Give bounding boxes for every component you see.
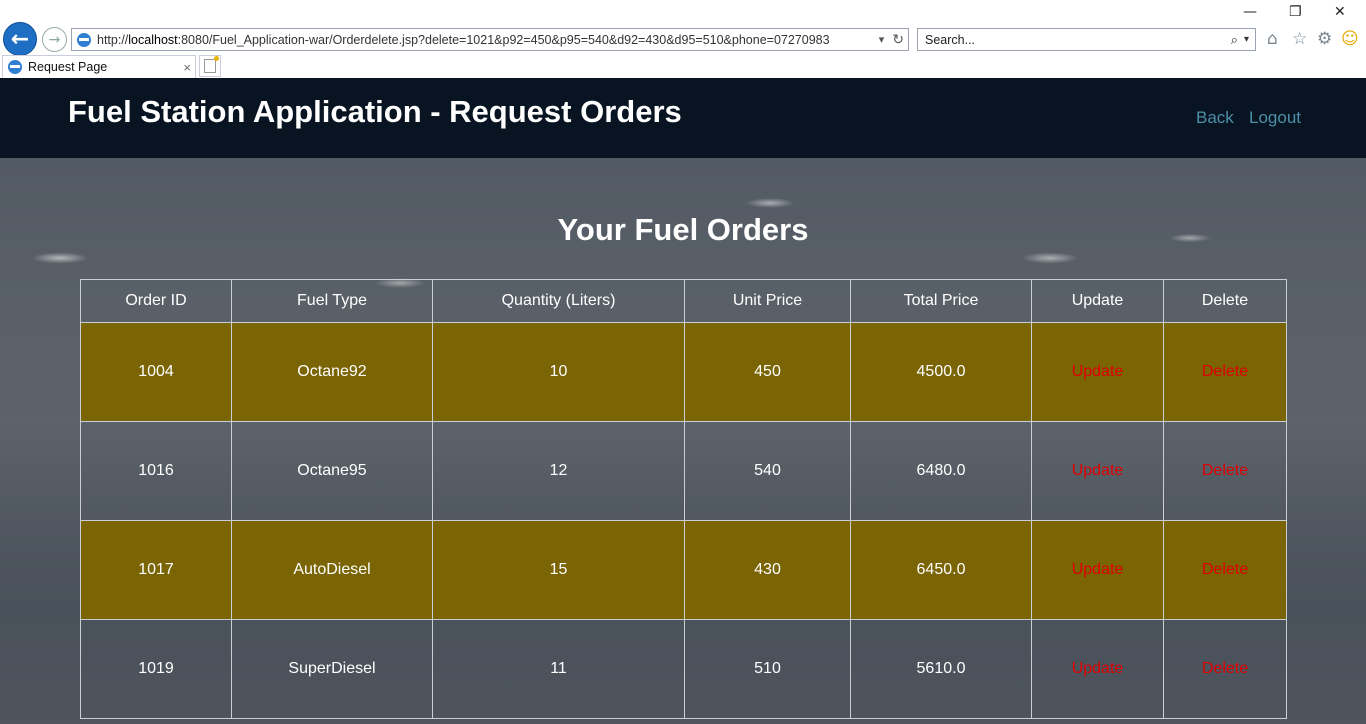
feedback-smiley-icon[interactable]: ☺ [1341, 29, 1359, 49]
cell-unit-price: 510 [684, 619, 851, 719]
cell-quantity: 15 [432, 520, 685, 620]
orders-table: Order ID Fuel Type Quantity (Liters) Uni… [80, 279, 1287, 719]
page-background: Fuel Station Application - Request Order… [0, 78, 1366, 724]
refresh-icon[interactable]: ↻ [892, 31, 904, 48]
cell-order-id: 1016 [80, 421, 232, 521]
table-row: 1019 SuperDiesel 11 510 5610.0 Update De… [80, 619, 1287, 719]
forward-button[interactable]: → [42, 27, 67, 52]
page-heading: Your Fuel Orders [557, 212, 809, 247]
cell-update: Update [1031, 421, 1164, 521]
logout-link[interactable]: Logout [1249, 108, 1301, 128]
cell-quantity: 10 [432, 322, 685, 422]
delete-link[interactable]: Delete [1202, 660, 1248, 677]
cell-update: Update [1031, 619, 1164, 719]
cell-delete: Delete [1163, 520, 1287, 620]
search-dropdown-icon[interactable]: ▾ [1244, 34, 1249, 45]
ie-tab-icon [8, 60, 22, 74]
update-link[interactable]: Update [1072, 660, 1124, 677]
header-total-price: Total Price [850, 279, 1032, 323]
cell-total-price: 6480.0 [850, 421, 1032, 521]
restore-button[interactable]: ❐ [1289, 4, 1302, 20]
header-delete: Delete [1163, 279, 1287, 323]
update-link[interactable]: Update [1072, 561, 1124, 578]
app-title: Fuel Station Application - Request Order… [68, 94, 682, 129]
table-row: 1004 Octane92 10 450 4500.0 Update Delet… [80, 322, 1287, 422]
cell-update: Update [1031, 520, 1164, 620]
forward-arrow-icon: → [48, 31, 61, 48]
header-unit-price: Unit Price [684, 279, 851, 323]
tab-title: Request Page [28, 60, 108, 74]
delete-link[interactable]: Delete [1202, 363, 1248, 380]
cell-fuel-type: Octane92 [231, 322, 433, 422]
cell-unit-price: 450 [684, 322, 851, 422]
address-bar[interactable]: http://localhost:8080/Fuel_Application-w… [71, 28, 909, 51]
cell-total-price: 5610.0 [850, 619, 1032, 719]
cell-unit-price: 430 [684, 520, 851, 620]
browser-tab[interactable]: Request Page × [2, 55, 196, 78]
table-row: 1017 AutoDiesel 15 430 6450.0 Update Del… [80, 520, 1287, 620]
cell-update: Update [1031, 322, 1164, 422]
cell-unit-price: 540 [684, 421, 851, 521]
back-link[interactable]: Back [1196, 108, 1234, 128]
minimize-button[interactable]: — [1243, 4, 1257, 20]
cell-fuel-type: AutoDiesel [231, 520, 433, 620]
search-icon[interactable]: ⌕ [1231, 32, 1238, 48]
cell-delete: Delete [1163, 421, 1287, 521]
header-update: Update [1031, 279, 1164, 323]
cell-order-id: 1017 [80, 520, 232, 620]
header-order-id: Order ID [80, 279, 232, 323]
cell-total-price: 4500.0 [850, 322, 1032, 422]
new-tab-button[interactable] [199, 55, 221, 77]
ie-page-icon [77, 32, 91, 47]
new-tab-icon [204, 56, 219, 73]
home-icon[interactable]: ⌂ [1267, 29, 1278, 49]
cell-quantity: 11 [432, 619, 685, 719]
cell-order-id: 1019 [80, 619, 232, 719]
cell-quantity: 12 [432, 421, 685, 521]
favorites-star-icon[interactable]: ☆ [1292, 29, 1307, 49]
address-url[interactable]: http://localhost:8080/Fuel_Application-w… [97, 33, 875, 47]
navbar: Fuel Station Application - Request Order… [0, 78, 1366, 158]
table-row: 1016 Octane95 12 540 6480.0 Update Delet… [80, 421, 1287, 521]
cell-delete: Delete [1163, 619, 1287, 719]
cell-fuel-type: SuperDiesel [231, 619, 433, 719]
delete-link[interactable]: Delete [1202, 462, 1248, 479]
tab-close-icon[interactable]: × [183, 60, 191, 75]
address-dropdown-icon[interactable]: ▾ [879, 33, 885, 46]
browser-chrome: — ❐ ✕ ← → http://localhost:8080/Fuel_App… [0, 0, 1366, 78]
search-box[interactable]: Search... ⌕ ▾ [917, 28, 1256, 51]
update-link[interactable]: Update [1072, 462, 1124, 479]
search-input[interactable]: Search... [925, 33, 1231, 47]
update-link[interactable]: Update [1072, 363, 1124, 380]
cell-delete: Delete [1163, 322, 1287, 422]
header-fuel-type: Fuel Type [231, 279, 433, 323]
back-button[interactable]: ← [3, 22, 37, 56]
settings-gear-icon[interactable]: ⚙ [1317, 29, 1332, 49]
header-quantity: Quantity (Liters) [432, 279, 685, 323]
delete-link[interactable]: Delete [1202, 561, 1248, 578]
cell-total-price: 6450.0 [850, 520, 1032, 620]
cell-order-id: 1004 [80, 322, 232, 422]
close-window-button[interactable]: ✕ [1334, 4, 1346, 20]
table-header-row: Order ID Fuel Type Quantity (Liters) Uni… [80, 279, 1287, 323]
cell-fuel-type: Octane95 [231, 421, 433, 521]
back-arrow-icon: ← [10, 26, 30, 52]
